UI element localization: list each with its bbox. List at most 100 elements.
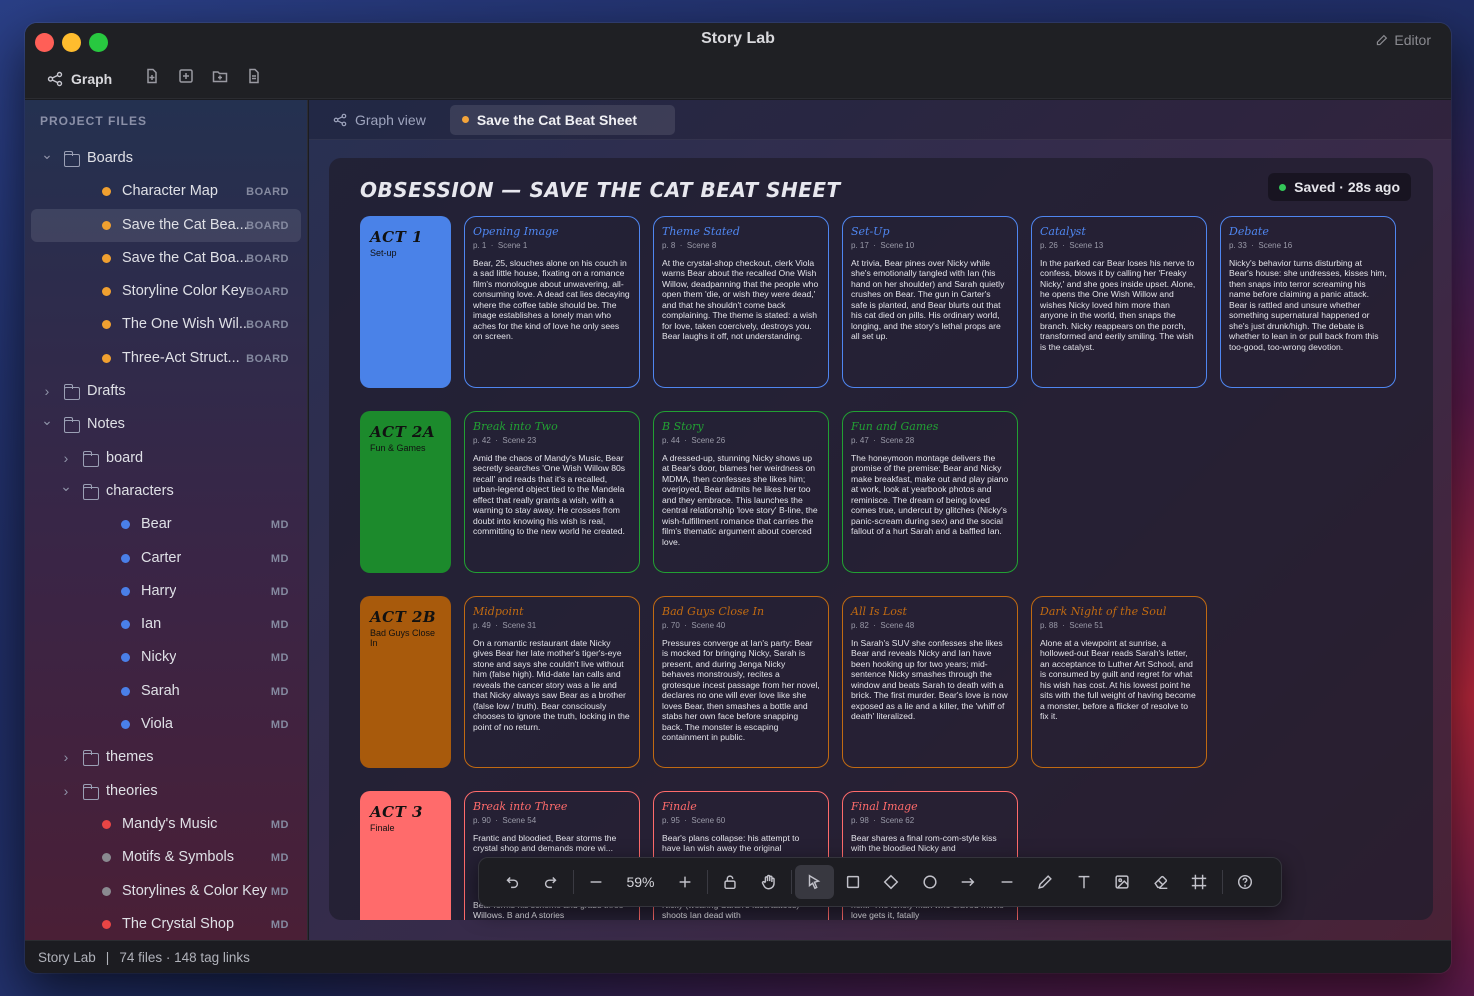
file-bear[interactable]: Bear MD: [31, 508, 301, 541]
file-three-act-struct[interactable]: Three-Act Struct... BOARD: [31, 342, 301, 375]
folder-icon: [82, 483, 99, 500]
file-the-crystal-shop[interactable]: The Crystal Shop MD: [31, 908, 301, 941]
file-carter[interactable]: Carter MD: [31, 542, 301, 575]
arrow-tool-button[interactable]: [949, 865, 988, 899]
beat-card[interactable]: Dark Night of the Soul p. 88 · Scene 51 Al…: [1031, 596, 1207, 768]
file-mandy-s-music[interactable]: Mandy's Music MD: [31, 808, 301, 841]
file-type-badge: MD: [270, 885, 289, 898]
chevron-right-icon[interactable]: ›: [61, 450, 71, 466]
new-file-icon[interactable]: [144, 68, 160, 89]
act-subtitle: Fun & Games: [370, 443, 426, 453]
act-card[interactable]: ACT 2B Bad Guys Close In: [360, 596, 451, 768]
beat-card[interactable]: Fun and Games p. 47 · Scene 28 The honeymo…: [842, 411, 1018, 573]
file-storyline-color-key[interactable]: Storyline Color Key BOARD: [31, 275, 301, 308]
beat-meta: p. 98 · Scene 62: [851, 816, 1009, 825]
beat-card[interactable]: All Is Lost p. 82 · Scene 48 In Sarah's SU…: [842, 596, 1018, 768]
file-save-the-cat-boa[interactable]: Save the Cat Boa... BOARD: [31, 242, 301, 275]
beat-scene: Scene 8: [686, 241, 717, 250]
file-type-badge: BOARD: [246, 219, 289, 232]
folder-boards[interactable]: ⌄ Boards: [31, 142, 301, 175]
file-color-dot-icon: [102, 886, 111, 896]
diamond-tool-button[interactable]: [872, 865, 911, 899]
file-viola[interactable]: Viola MD: [31, 708, 301, 741]
pointer-tool-button[interactable]: [795, 865, 834, 899]
beat-card[interactable]: Break into Two p. 42 · Scene 23 Amid the c…: [464, 411, 640, 573]
chevron-down-icon[interactable]: ⌄: [41, 146, 53, 162]
frame-tool-button[interactable]: [1180, 865, 1219, 899]
file-storylines-color-key[interactable]: Storylines & Color Key MD: [31, 875, 301, 908]
act-card[interactable]: ACT 1 Set-up: [360, 216, 451, 388]
redo-tool-button[interactable]: [532, 865, 571, 899]
zoom-level[interactable]: 59%: [616, 874, 666, 890]
beat-card[interactable]: Midpoint p. 49 · Scene 31 On a romantic re…: [464, 596, 640, 768]
beat-meta: p. 70 · Scene 40: [662, 621, 820, 630]
top-toolbar: Graph: [47, 68, 262, 89]
beat-page: p. 49: [473, 621, 491, 630]
file-motifs-symbols[interactable]: Motifs & Symbols MD: [31, 841, 301, 874]
text-tool-button[interactable]: [1065, 865, 1104, 899]
eraser-tool-button[interactable]: [1142, 865, 1181, 899]
file-sarah[interactable]: Sarah MD: [31, 675, 301, 708]
line-tool-button[interactable]: [988, 865, 1027, 899]
beat-card[interactable]: Bad Guys Close In p. 70 · Scene 40 Pressur…: [653, 596, 829, 768]
graph-icon: [47, 71, 63, 86]
folder-theories[interactable]: › theories: [31, 775, 301, 808]
hand-tool-button[interactable]: [750, 865, 789, 899]
tab-save-the-cat[interactable]: Save the Cat Beat Sheet: [449, 104, 676, 135]
chevron-right-icon[interactable]: ›: [61, 749, 71, 765]
beat-card[interactable]: Opening Image p. 1 · Scene 1 Bear, 25, slo…: [464, 216, 640, 388]
folder-themes[interactable]: › themes: [31, 741, 301, 774]
chevron-down-icon[interactable]: ⌄: [60, 478, 72, 494]
beat-meta: p. 90 · Scene 54: [473, 816, 631, 825]
board-canvas[interactable]: OBSESSION — SAVE THE CAT BEAT SHEET Save…: [329, 158, 1433, 920]
sidebar-header: PROJECT FILES: [40, 114, 148, 128]
beat-title: Catalyst: [1040, 225, 1086, 238]
pencil-icon: [1377, 34, 1388, 45]
lock-tool-button[interactable]: [711, 865, 750, 899]
rectangle-tool-button[interactable]: [834, 865, 873, 899]
file-ian[interactable]: Ian MD: [31, 608, 301, 641]
file-character-map[interactable]: Character Map BOARD: [31, 175, 301, 208]
folder-notes[interactable]: ⌄ Notes: [31, 408, 301, 441]
folder-icon: [63, 384, 80, 401]
graph-button[interactable]: Graph: [47, 71, 112, 87]
chevron-right-icon[interactable]: ›: [61, 783, 71, 799]
zoom-out-tool-button[interactable]: [577, 865, 616, 899]
new-board-icon[interactable]: [178, 68, 194, 89]
file-type-badge: MD: [270, 852, 289, 865]
beat-page: p. 26: [1040, 241, 1058, 250]
pencil-tool-button[interactable]: [1026, 865, 1065, 899]
beat-card[interactable]: B Story p. 44 · Scene 26 A dressed-up, stu…: [653, 411, 829, 573]
beat-card[interactable]: Debate p. 33 · Scene 16 Nicky's behavior t…: [1220, 216, 1396, 388]
folder-board[interactable]: › board: [31, 442, 301, 475]
file-harry[interactable]: Harry MD: [31, 575, 301, 608]
file-type-badge: MD: [270, 685, 289, 698]
act-title: ACT 1: [370, 228, 423, 246]
file-the-one-wish-wil[interactable]: The One Wish Wil... BOARD: [31, 308, 301, 341]
chevron-right-icon[interactable]: ›: [42, 383, 52, 399]
image-tool-button[interactable]: [1103, 865, 1142, 899]
act-card[interactable]: ACT 3 Finale: [360, 791, 451, 920]
new-folder-icon[interactable]: [212, 68, 228, 89]
editor-button[interactable]: Editor: [1375, 32, 1431, 48]
file-color-dot-icon: [102, 187, 111, 197]
document-icon[interactable]: [246, 68, 262, 89]
beat-card[interactable]: Set-Up p. 17 · Scene 10 At trivia, Bear pi…: [842, 216, 1018, 388]
help-tool-button[interactable]: [1226, 865, 1265, 899]
tab-graph-view[interactable]: Graph view: [313, 105, 446, 135]
beat-card[interactable]: Catalyst p. 26 · Scene 13 In the parked ca…: [1031, 216, 1207, 388]
chevron-down-icon[interactable]: ⌄: [41, 412, 53, 428]
act-card[interactable]: ACT 2A Fun & Games: [360, 411, 451, 573]
zoom-in-tool-button[interactable]: [666, 865, 705, 899]
ellipse-tool-button[interactable]: [911, 865, 950, 899]
undo-tool-button[interactable]: [493, 865, 532, 899]
beat-card[interactable]: Theme Stated p. 8 · Scene 8 At the crystal…: [653, 216, 829, 388]
file-save-the-cat-bea[interactable]: Save the Cat Bea... BOARD: [31, 208, 301, 242]
beat-page: p. 95: [662, 816, 680, 825]
beat-page: p. 82: [851, 621, 869, 630]
folder-drafts[interactable]: › Drafts: [31, 375, 301, 408]
file-nicky[interactable]: Nicky MD: [31, 641, 301, 674]
tree-item-label: Harry: [141, 582, 177, 599]
folder-characters[interactable]: ⌄ characters: [31, 475, 301, 508]
meta-separator: ·: [490, 621, 503, 630]
